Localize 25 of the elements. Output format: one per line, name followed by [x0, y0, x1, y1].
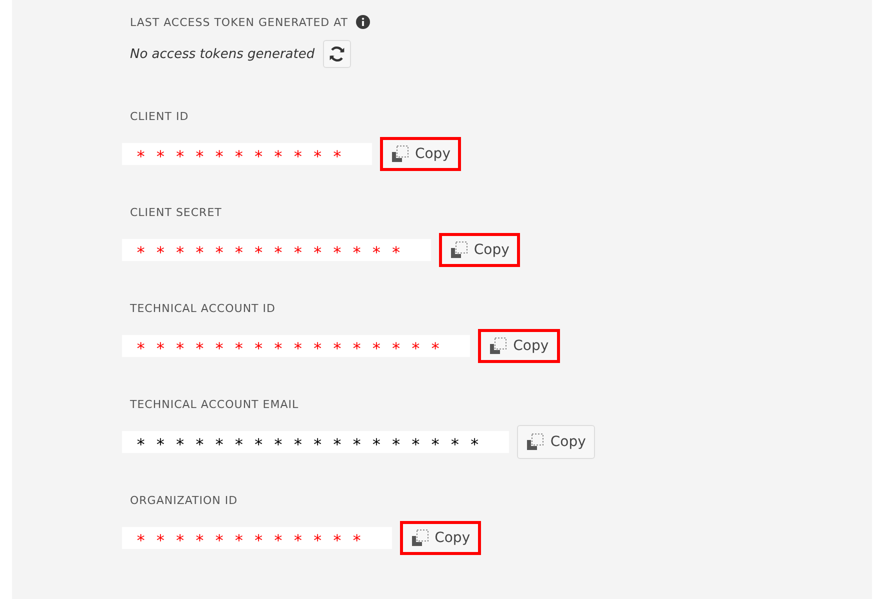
- info-icon[interactable]: [356, 15, 370, 29]
- masked-value: ****************: [122, 335, 470, 357]
- field-label: TECHNICAL ACCOUNT EMAIL: [130, 398, 300, 411]
- copy-button[interactable]: Copy: [438, 233, 520, 267]
- copy-button[interactable]: Copy: [400, 521, 482, 555]
- copy-icon: [390, 145, 409, 163]
- copy-icon: [450, 241, 468, 259]
- field-label: CLIENT ID: [130, 110, 190, 123]
- field-label: TECHNICAL ACCOUNT ID: [130, 302, 276, 315]
- masked-value: ******************: [122, 431, 510, 453]
- copy-icon: [526, 433, 544, 451]
- refresh-icon: [328, 45, 346, 63]
- masked-value: ***********: [122, 143, 372, 165]
- copy-button[interactable]: Copy: [380, 137, 462, 171]
- field-label: ORGANIZATION ID: [130, 494, 239, 507]
- refresh-button[interactable]: [322, 40, 351, 68]
- masked-value: **************: [122, 239, 431, 261]
- token-status: No access tokens generated: [130, 46, 315, 62]
- copy-button[interactable]: Copy: [478, 329, 560, 363]
- copy-icon: [489, 337, 508, 355]
- section-label: LAST ACCESS TOKEN GENERATED AT: [130, 16, 348, 28]
- copy-button[interactable]: Copy: [517, 425, 595, 459]
- copy-icon: [410, 529, 429, 547]
- masked-value: ************: [122, 527, 392, 549]
- field-label: CLIENT SECRET: [130, 206, 223, 219]
